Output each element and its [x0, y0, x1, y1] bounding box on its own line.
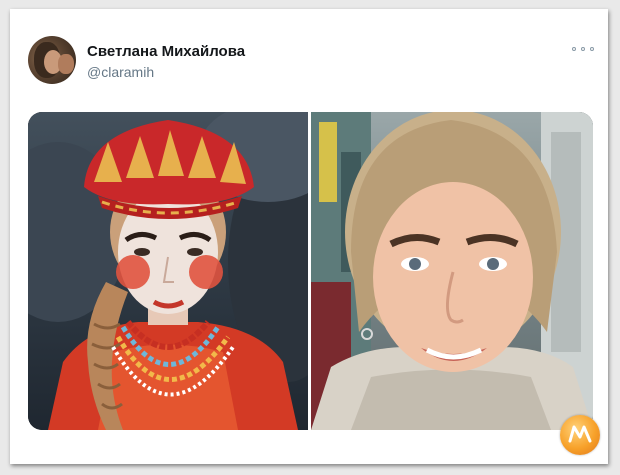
display-name[interactable]: Светлана Михайлова	[87, 43, 245, 60]
user-handle[interactable]: @claramih	[87, 64, 154, 80]
more-dot	[572, 47, 576, 51]
more-dot	[590, 47, 594, 51]
avatar[interactable]	[28, 36, 76, 84]
watermark-logo	[560, 415, 600, 455]
left-photo[interactable]	[28, 112, 308, 430]
right-photo[interactable]	[311, 112, 593, 430]
more-dot	[581, 47, 585, 51]
more-options-icon[interactable]	[572, 42, 594, 56]
tweet-card: Светлана Михайлова @claramih	[10, 9, 608, 464]
right-photo-illustration	[311, 112, 593, 430]
left-photo-illustration	[28, 112, 308, 430]
watermark-logo-icon	[568, 425, 592, 443]
avatar-hand	[58, 54, 74, 74]
media-grid[interactable]	[28, 112, 593, 430]
